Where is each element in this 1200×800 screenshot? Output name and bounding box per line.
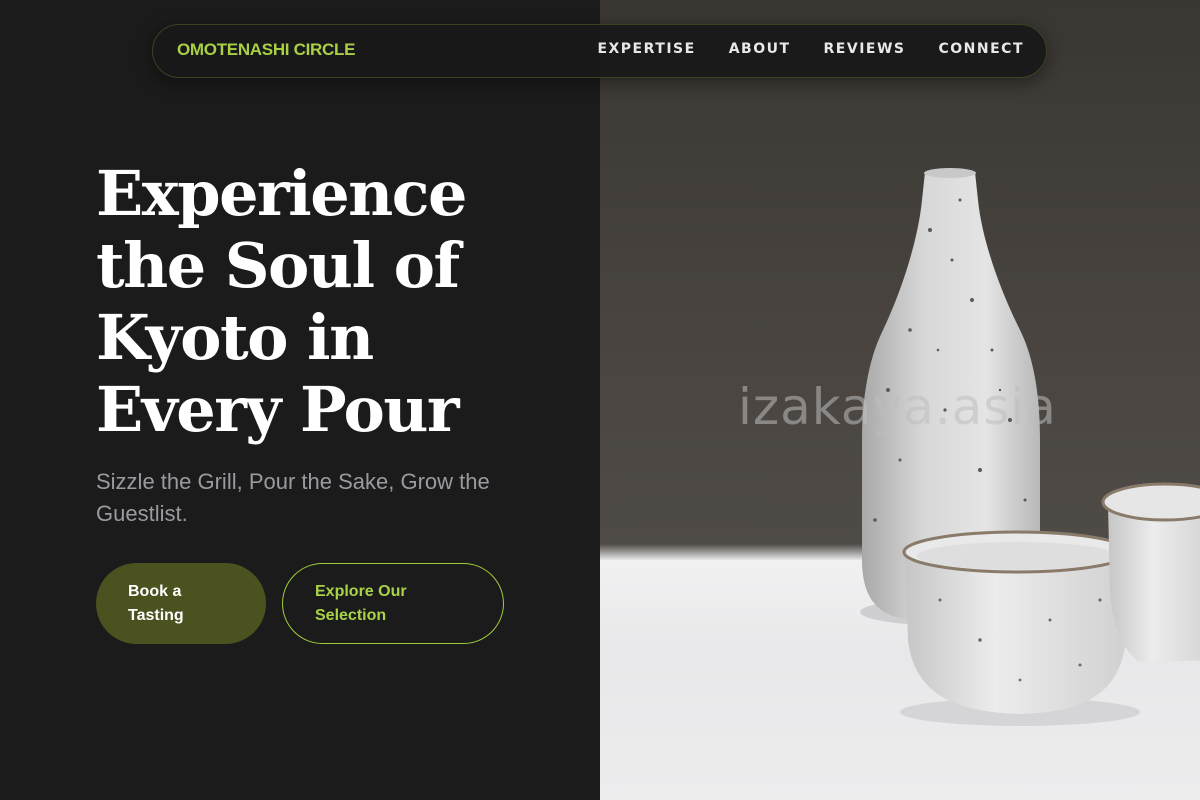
brand-logo[interactable]: OMOTENASHI CIRCLE [177, 40, 355, 60]
right-cup-rim [1101, 482, 1200, 522]
nav-link-connect[interactable]: CONNECT [939, 41, 1025, 57]
front-cup-inside [917, 542, 1117, 570]
right-sake-cup [1108, 505, 1200, 662]
bottle-mouth [924, 168, 976, 178]
book-tasting-button[interactable]: Book a Tasting [96, 563, 266, 644]
hero-subheadline: Sizzle the Grill, Pour the Sake, Grow th… [96, 469, 490, 526]
nav-link-expertise[interactable]: EXPERTISE [597, 41, 695, 57]
nav-link-about[interactable]: ABOUT [729, 41, 791, 57]
front-sake-cup [905, 552, 1130, 714]
explore-selection-button[interactable]: Explore Our Selection [282, 563, 504, 644]
watermark-text: izakaya.asia [738, 378, 1057, 436]
top-nav-bar: OMOTENASHI CIRCLE EXPERTISE ABOUT REVIEW… [152, 24, 1047, 78]
hero-headline: Experience the Soul of Kyoto in Every Po… [96, 157, 467, 446]
nav-link-reviews[interactable]: REVIEWS [824, 41, 906, 57]
nav-links: EXPERTISE ABOUT REVIEWS CONNECT [597, 41, 1024, 57]
